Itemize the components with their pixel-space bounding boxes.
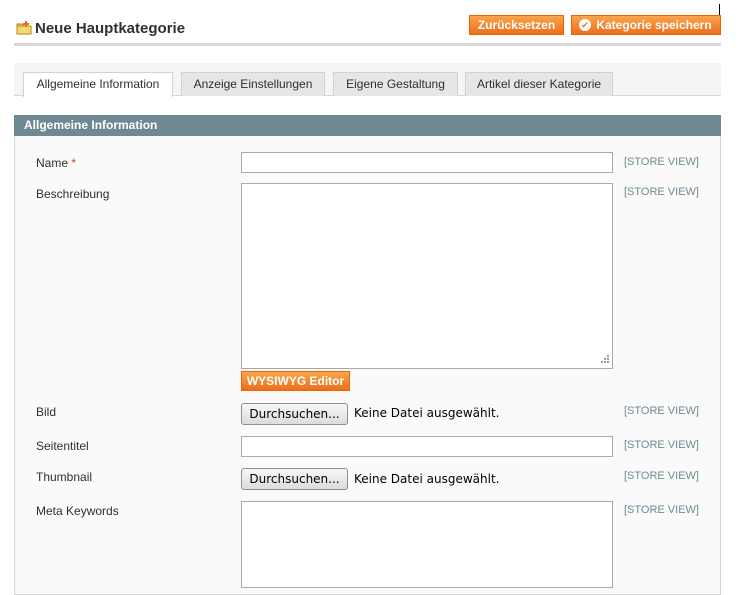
description-scope: [STORE VIEW] [624,186,699,198]
image-file-status: Keine Datei ausgewählt. [354,406,500,420]
thumbnail-label: Thumbnail [36,470,93,484]
image-browse-button[interactable]: Durchsuchen... [241,403,348,425]
save-category-label: Kategorie speichern [596,18,712,32]
page-title-input[interactable] [241,436,613,457]
image-label: Bild [36,405,57,419]
description-textarea[interactable] [241,183,613,369]
section-header: Allgemeine Information [14,115,721,136]
name-label-text: Name [36,156,69,170]
thumbnail-scope: [STORE VIEW] [624,470,699,482]
resize-grip-icon[interactable] [598,354,610,366]
wysiwyg-editor-button[interactable]: WYSIWYG Editor [241,371,350,391]
page-title: Neue Hauptkategorie [35,20,186,37]
reset-button[interactable]: Zurücksetzen [469,15,564,35]
name-label: Name * [36,156,76,170]
page-title-label: Seitentitel [36,439,89,453]
meta-keywords-label: Meta Keywords [36,504,119,518]
name-scope: [STORE VIEW] [624,156,699,168]
thumbnail-file-status: Keine Datei ausgewählt. [354,472,500,486]
required-marker: * [71,156,77,170]
tab-category-products[interactable]: Artikel dieser Kategorie [465,72,613,96]
checkmark-icon: ✔ [579,19,591,31]
thumbnail-browse-button[interactable]: Durchsuchen... [241,468,348,490]
folder-add-icon [16,21,32,35]
image-scope: [STORE VIEW] [624,405,699,417]
meta-keywords-textarea[interactable] [241,501,613,588]
name-input[interactable] [241,152,613,173]
save-category-button[interactable]: ✔ Kategorie speichern [571,15,721,35]
header-divider [14,43,721,46]
tab-general-information[interactable]: Allgemeine Information [23,72,173,97]
meta-keywords-scope: [STORE VIEW] [624,504,699,516]
page-title-scope: [STORE VIEW] [624,439,699,451]
description-label: Beschreibung [36,187,110,201]
tab-display-settings[interactable]: Anzeige Einstellungen [181,72,325,96]
tab-custom-design[interactable]: Eigene Gestaltung [333,72,458,96]
